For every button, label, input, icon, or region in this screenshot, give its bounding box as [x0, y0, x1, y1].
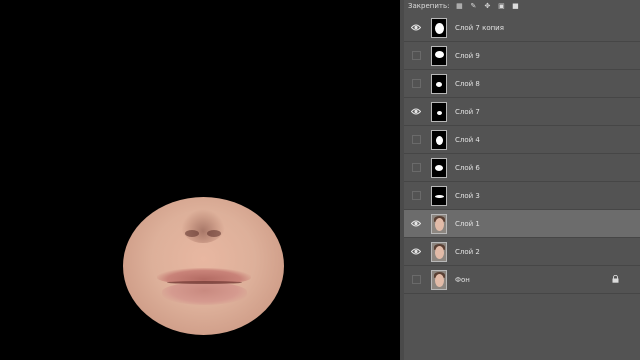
eye-icon[interactable] [409, 245, 423, 259]
layer-row[interactable]: Слой 4 [404, 126, 640, 154]
layer-name: Слой 2 [455, 247, 480, 256]
layer-name: Слой 6 [455, 163, 480, 172]
layer-thumbnail [431, 17, 447, 38]
layer-thumbnail [431, 185, 447, 206]
lip-line [167, 281, 242, 284]
layer-thumbnail [431, 45, 447, 66]
layers-panel: Закрепить: ▦ ✎ ✥ ▣ ■ Слой 7 копия Слой 9С… [404, 0, 640, 360]
layer-thumbnail [431, 73, 447, 94]
layer-row[interactable]: Слой 1 [404, 210, 640, 238]
layer-row[interactable]: Слой 8 [404, 70, 640, 98]
layer-name: Слой 1 [455, 219, 480, 228]
brush-icon[interactable]: ✎ [469, 2, 477, 10]
lock-bar: Закрепить: ▦ ✎ ✥ ▣ ■ [404, 0, 640, 12]
move-icon[interactable]: ✥ [483, 2, 491, 10]
transparency-lock-icon[interactable]: ▦ [455, 2, 463, 10]
left-nostril [185, 230, 199, 237]
masked-face-image [123, 197, 284, 335]
layer-name: Фон [455, 275, 470, 284]
document-canvas[interactable] [0, 0, 400, 360]
layer-row[interactable]: Слой 6 [404, 154, 640, 182]
layer-row[interactable]: Слой 3 [404, 182, 640, 210]
layer-row[interactable]: Слой 7 [404, 98, 640, 126]
layer-thumbnail [431, 213, 447, 234]
eye-icon[interactable] [409, 217, 423, 231]
layer-row[interactable]: Слой 2 [404, 238, 640, 266]
nose-shape [181, 209, 225, 243]
layer-name: Слой 9 [455, 51, 480, 60]
lower-lip [162, 283, 247, 305]
layer-row[interactable]: Слой 9 [404, 42, 640, 70]
visibility-toggle[interactable] [409, 49, 423, 63]
layer-name: Слой 4 [455, 135, 480, 144]
artboard-icon[interactable]: ▣ [497, 2, 505, 10]
lock-icon[interactable]: ■ [511, 2, 519, 10]
layer-row[interactable]: Фон [404, 266, 640, 294]
visibility-toggle[interactable] [409, 273, 423, 287]
layer-thumbnail [431, 241, 447, 262]
layer-thumbnail [431, 101, 447, 122]
layer-thumbnail [431, 129, 447, 150]
eye-icon[interactable] [409, 105, 423, 119]
layers-list: Слой 7 копия Слой 9 Слой 8 Слой 7 Слой 4 Слой… [404, 14, 640, 294]
visibility-toggle[interactable] [409, 133, 423, 147]
visibility-toggle[interactable] [409, 77, 423, 91]
visibility-toggle[interactable] [409, 189, 423, 203]
layer-row[interactable]: Слой 7 копия [404, 14, 640, 42]
layer-lock-icon [612, 274, 619, 283]
layer-name: Слой 3 [455, 191, 480, 200]
lock-label: Закрепить: [408, 2, 450, 10]
layer-thumbnail [431, 157, 447, 178]
right-nostril [207, 230, 221, 237]
visibility-toggle[interactable] [409, 161, 423, 175]
layer-thumbnail [431, 269, 447, 290]
layer-name: Слой 7 [455, 107, 480, 116]
layer-name: Слой 7 копия [455, 23, 504, 32]
eye-icon[interactable] [409, 21, 423, 35]
layer-name: Слой 8 [455, 79, 480, 88]
